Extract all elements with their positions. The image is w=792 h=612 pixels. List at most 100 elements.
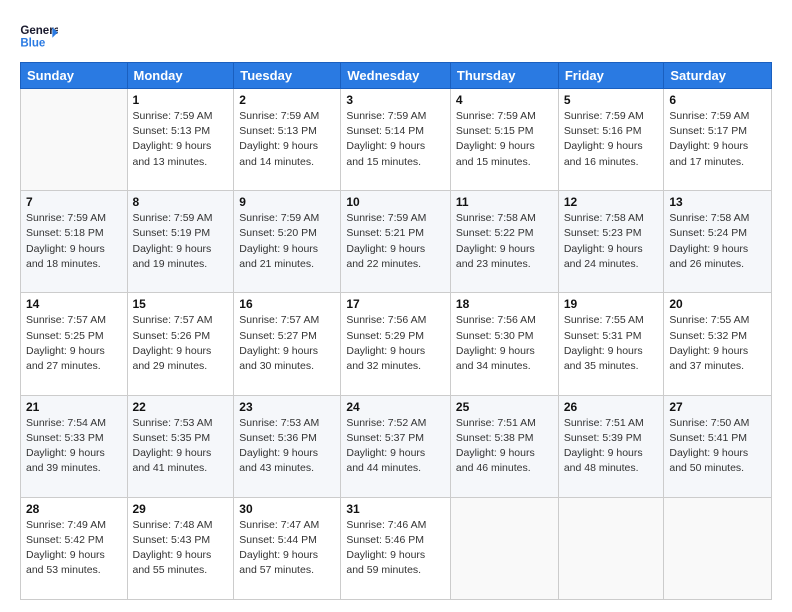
day-number: 18 — [456, 297, 553, 311]
calendar-cell: 22 Sunrise: 7:53 AM Sunset: 5:35 PM Dayli… — [127, 395, 234, 497]
calendar-cell — [664, 497, 772, 599]
day-number: 27 — [669, 400, 766, 414]
svg-text:Blue: Blue — [20, 38, 46, 50]
calendar-cell: 7 Sunrise: 7:59 AM Sunset: 5:18 PM Daylig… — [21, 191, 128, 293]
calendar-week-row: 21 Sunrise: 7:54 AM Sunset: 5:33 PM Dayli… — [21, 395, 772, 497]
day-number: 11 — [456, 195, 553, 209]
day-info: Sunrise: 7:58 AM Sunset: 5:22 PM Dayligh… — [456, 211, 553, 272]
calendar-cell: 4 Sunrise: 7:59 AM Sunset: 5:15 PM Daylig… — [450, 89, 558, 191]
day-info: Sunrise: 7:59 AM Sunset: 5:13 PM Dayligh… — [239, 109, 335, 170]
calendar-cell — [450, 497, 558, 599]
weekday-header-thursday: Thursday — [450, 63, 558, 89]
day-info: Sunrise: 7:59 AM Sunset: 5:13 PM Dayligh… — [133, 109, 229, 170]
weekday-header-tuesday: Tuesday — [234, 63, 341, 89]
calendar-week-row: 1 Sunrise: 7:59 AM Sunset: 5:13 PM Daylig… — [21, 89, 772, 191]
calendar-cell: 14 Sunrise: 7:57 AM Sunset: 5:25 PM Dayli… — [21, 293, 128, 395]
calendar-cell: 15 Sunrise: 7:57 AM Sunset: 5:26 PM Dayli… — [127, 293, 234, 395]
calendar-cell: 20 Sunrise: 7:55 AM Sunset: 5:32 PM Dayli… — [664, 293, 772, 395]
day-number: 13 — [669, 195, 766, 209]
logo: General Blue — [20, 20, 58, 52]
weekday-header-sunday: Sunday — [21, 63, 128, 89]
calendar-cell: 1 Sunrise: 7:59 AM Sunset: 5:13 PM Daylig… — [127, 89, 234, 191]
day-number: 7 — [26, 195, 122, 209]
calendar-cell: 11 Sunrise: 7:58 AM Sunset: 5:22 PM Dayli… — [450, 191, 558, 293]
calendar-cell: 28 Sunrise: 7:49 AM Sunset: 5:42 PM Dayli… — [21, 497, 128, 599]
calendar-cell: 24 Sunrise: 7:52 AM Sunset: 5:37 PM Dayli… — [341, 395, 451, 497]
day-info: Sunrise: 7:59 AM Sunset: 5:16 PM Dayligh… — [564, 109, 659, 170]
day-number: 19 — [564, 297, 659, 311]
day-info: Sunrise: 7:49 AM Sunset: 5:42 PM Dayligh… — [26, 518, 122, 579]
day-number: 23 — [239, 400, 335, 414]
calendar-cell: 5 Sunrise: 7:59 AM Sunset: 5:16 PM Daylig… — [558, 89, 664, 191]
logo-icon: General Blue — [20, 20, 58, 52]
day-info: Sunrise: 7:50 AM Sunset: 5:41 PM Dayligh… — [669, 416, 766, 477]
calendar-cell: 27 Sunrise: 7:50 AM Sunset: 5:41 PM Dayli… — [664, 395, 772, 497]
day-number: 20 — [669, 297, 766, 311]
day-info: Sunrise: 7:56 AM Sunset: 5:30 PM Dayligh… — [456, 313, 553, 374]
weekday-header-monday: Monday — [127, 63, 234, 89]
day-number: 15 — [133, 297, 229, 311]
day-number: 14 — [26, 297, 122, 311]
weekday-header-row: SundayMondayTuesdayWednesdayThursdayFrid… — [21, 63, 772, 89]
day-number: 22 — [133, 400, 229, 414]
day-info: Sunrise: 7:58 AM Sunset: 5:24 PM Dayligh… — [669, 211, 766, 272]
day-info: Sunrise: 7:57 AM Sunset: 5:27 PM Dayligh… — [239, 313, 335, 374]
calendar-cell: 6 Sunrise: 7:59 AM Sunset: 5:17 PM Daylig… — [664, 89, 772, 191]
calendar-cell: 13 Sunrise: 7:58 AM Sunset: 5:24 PM Dayli… — [664, 191, 772, 293]
day-number: 24 — [346, 400, 445, 414]
day-info: Sunrise: 7:59 AM Sunset: 5:15 PM Dayligh… — [456, 109, 553, 170]
calendar-cell: 25 Sunrise: 7:51 AM Sunset: 5:38 PM Dayli… — [450, 395, 558, 497]
calendar-cell: 31Sunrise: 7:46 AM Sunset: 5:46 PM Dayli… — [341, 497, 451, 599]
day-number: 10 — [346, 195, 445, 209]
weekday-header-saturday: Saturday — [664, 63, 772, 89]
day-number: 8 — [133, 195, 229, 209]
day-number: 3 — [346, 93, 445, 107]
day-info: Sunrise: 7:59 AM Sunset: 5:21 PM Dayligh… — [346, 211, 445, 272]
day-info: Sunrise: 7:51 AM Sunset: 5:39 PM Dayligh… — [564, 416, 659, 477]
calendar-table: SundayMondayTuesdayWednesdayThursdayFrid… — [20, 62, 772, 600]
day-number: 6 — [669, 93, 766, 107]
calendar-cell: 10 Sunrise: 7:59 AM Sunset: 5:21 PM Dayli… — [341, 191, 451, 293]
day-info: Sunrise: 7:47 AM Sunset: 5:44 PM Dayligh… — [239, 518, 335, 579]
day-number: 30 — [239, 502, 335, 516]
day-info: Sunrise: 7:53 AM Sunset: 5:35 PM Dayligh… — [133, 416, 229, 477]
day-info: Sunrise: 7:54 AM Sunset: 5:33 PM Dayligh… — [26, 416, 122, 477]
calendar-week-row: 14 Sunrise: 7:57 AM Sunset: 5:25 PM Dayli… — [21, 293, 772, 395]
day-info: Sunrise: 7:57 AM Sunset: 5:26 PM Dayligh… — [133, 313, 229, 374]
day-info: Sunrise: 7:53 AM Sunset: 5:36 PM Dayligh… — [239, 416, 335, 477]
day-info: Sunrise: 7:59 AM Sunset: 5:18 PM Dayligh… — [26, 211, 122, 272]
day-info: Sunrise: 7:55 AM Sunset: 5:31 PM Dayligh… — [564, 313, 659, 374]
day-info: Sunrise: 7:57 AM Sunset: 5:25 PM Dayligh… — [26, 313, 122, 374]
day-number: 28 — [26, 502, 122, 516]
day-info: Sunrise: 7:51 AM Sunset: 5:38 PM Dayligh… — [456, 416, 553, 477]
calendar-week-row: 7 Sunrise: 7:59 AM Sunset: 5:18 PM Daylig… — [21, 191, 772, 293]
day-number: 26 — [564, 400, 659, 414]
calendar-cell — [558, 497, 664, 599]
day-number: 5 — [564, 93, 659, 107]
weekday-header-friday: Friday — [558, 63, 664, 89]
day-info: Sunrise: 7:48 AM Sunset: 5:43 PM Dayligh… — [133, 518, 229, 579]
day-number: 29 — [133, 502, 229, 516]
day-info: Sunrise: 7:56 AM Sunset: 5:29 PM Dayligh… — [346, 313, 445, 374]
day-number: 21 — [26, 400, 122, 414]
day-number: 9 — [239, 195, 335, 209]
calendar-cell: 9Sunrise: 7:59 AM Sunset: 5:20 PM Daylig… — [234, 191, 341, 293]
calendar-cell: 21 Sunrise: 7:54 AM Sunset: 5:33 PM Dayli… — [21, 395, 128, 497]
weekday-header-wednesday: Wednesday — [341, 63, 451, 89]
calendar-cell: 23 Sunrise: 7:53 AM Sunset: 5:36 PM Dayli… — [234, 395, 341, 497]
day-info: Sunrise: 7:55 AM Sunset: 5:32 PM Dayligh… — [669, 313, 766, 374]
day-number: 25 — [456, 400, 553, 414]
day-info: Sunrise: 7:59 AM Sunset: 5:19 PM Dayligh… — [133, 211, 229, 272]
day-info: Sunrise: 7:58 AM Sunset: 5:23 PM Dayligh… — [564, 211, 659, 272]
day-number: 31 — [346, 502, 445, 516]
calendar-cell: 30 Sunrise: 7:47 AM Sunset: 5:44 PM Dayli… — [234, 497, 341, 599]
calendar-week-row: 28 Sunrise: 7:49 AM Sunset: 5:42 PM Dayli… — [21, 497, 772, 599]
calendar-cell: 12Sunrise: 7:58 AM Sunset: 5:23 PM Dayli… — [558, 191, 664, 293]
day-info: Sunrise: 7:59 AM Sunset: 5:17 PM Dayligh… — [669, 109, 766, 170]
day-info: Sunrise: 7:52 AM Sunset: 5:37 PM Dayligh… — [346, 416, 445, 477]
calendar-cell: 18 Sunrise: 7:56 AM Sunset: 5:30 PM Dayli… — [450, 293, 558, 395]
day-number: 2 — [239, 93, 335, 107]
calendar-cell: 19 Sunrise: 7:55 AM Sunset: 5:31 PM Dayli… — [558, 293, 664, 395]
day-number: 4 — [456, 93, 553, 107]
day-number: 1 — [133, 93, 229, 107]
